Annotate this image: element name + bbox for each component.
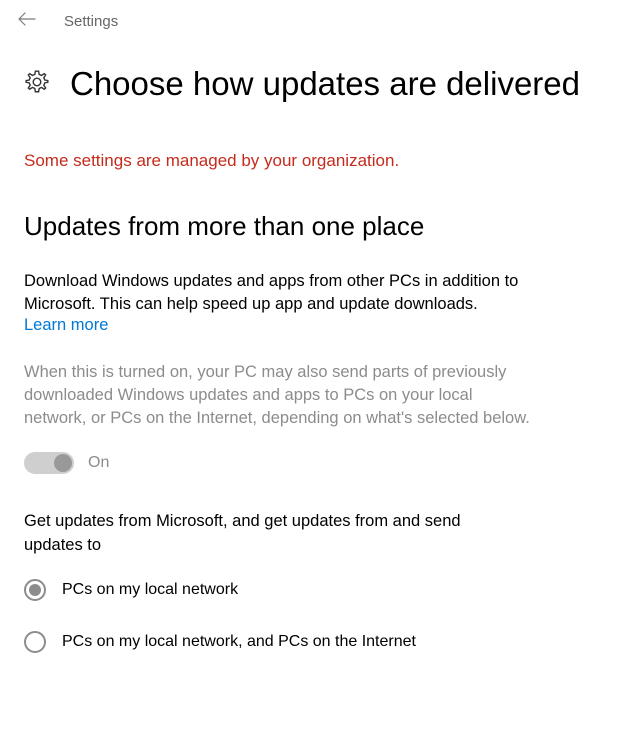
header-bar: Settings <box>0 0 636 43</box>
section-title: Updates from more than one place <box>24 211 612 242</box>
radio-icon <box>24 579 46 601</box>
radio-icon <box>24 631 46 653</box>
back-arrow-icon[interactable] <box>18 12 36 31</box>
section-description: Download Windows updates and apps from o… <box>24 270 534 316</box>
page-title: Choose how updates are delivered <box>70 65 580 103</box>
org-notice: Some settings are managed by your organi… <box>24 151 612 171</box>
toggle-knob <box>54 454 72 472</box>
options-subhead: Get updates from Microsoft, and get upda… <box>24 510 504 556</box>
radio-label: PCs on my local network <box>62 581 238 599</box>
radio-option-local[interactable]: PCs on my local network <box>24 579 612 601</box>
delivery-toggle[interactable] <box>24 452 74 474</box>
section-info: When this is turned on, your PC may also… <box>24 361 534 430</box>
title-row: Choose how updates are delivered <box>24 65 612 103</box>
header-title: Settings <box>64 13 118 30</box>
radio-label: PCs on my local network, and PCs on the … <box>62 633 416 651</box>
radio-option-internet[interactable]: PCs on my local network, and PCs on the … <box>24 631 612 653</box>
toggle-row: On <box>24 452 612 474</box>
toggle-label: On <box>88 454 109 472</box>
gear-icon <box>24 69 50 100</box>
learn-more-link[interactable]: Learn more <box>24 316 108 335</box>
